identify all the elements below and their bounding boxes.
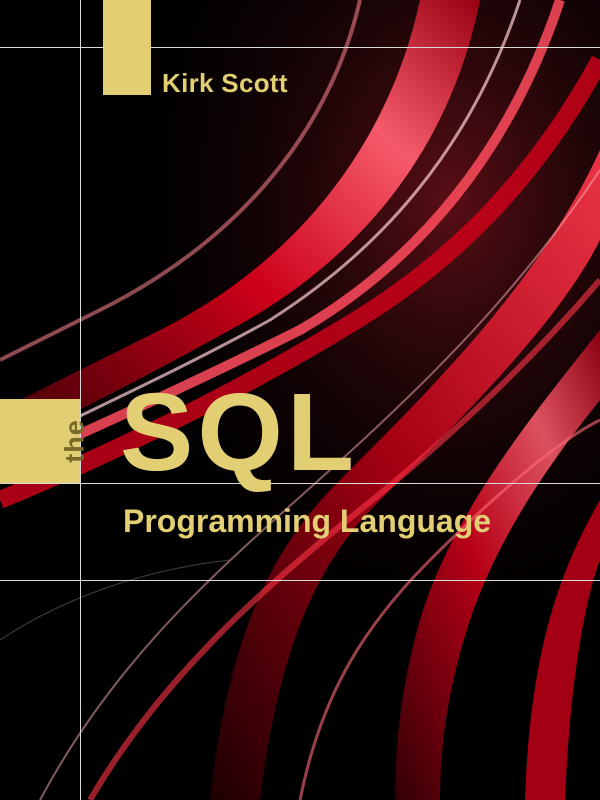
book-subtitle: Programming Language [123,503,492,539]
title-prefix: the [59,419,90,463]
author-name: Kirk Scott [162,68,288,98]
guide-line-bottom [0,580,600,581]
book-title: SQL [120,371,359,494]
guide-line-vertical [80,0,81,800]
guide-line-top [0,47,600,48]
book-cover: Kirk Scott the SQL Programming Language [0,0,600,800]
author-accent-block [103,0,151,95]
